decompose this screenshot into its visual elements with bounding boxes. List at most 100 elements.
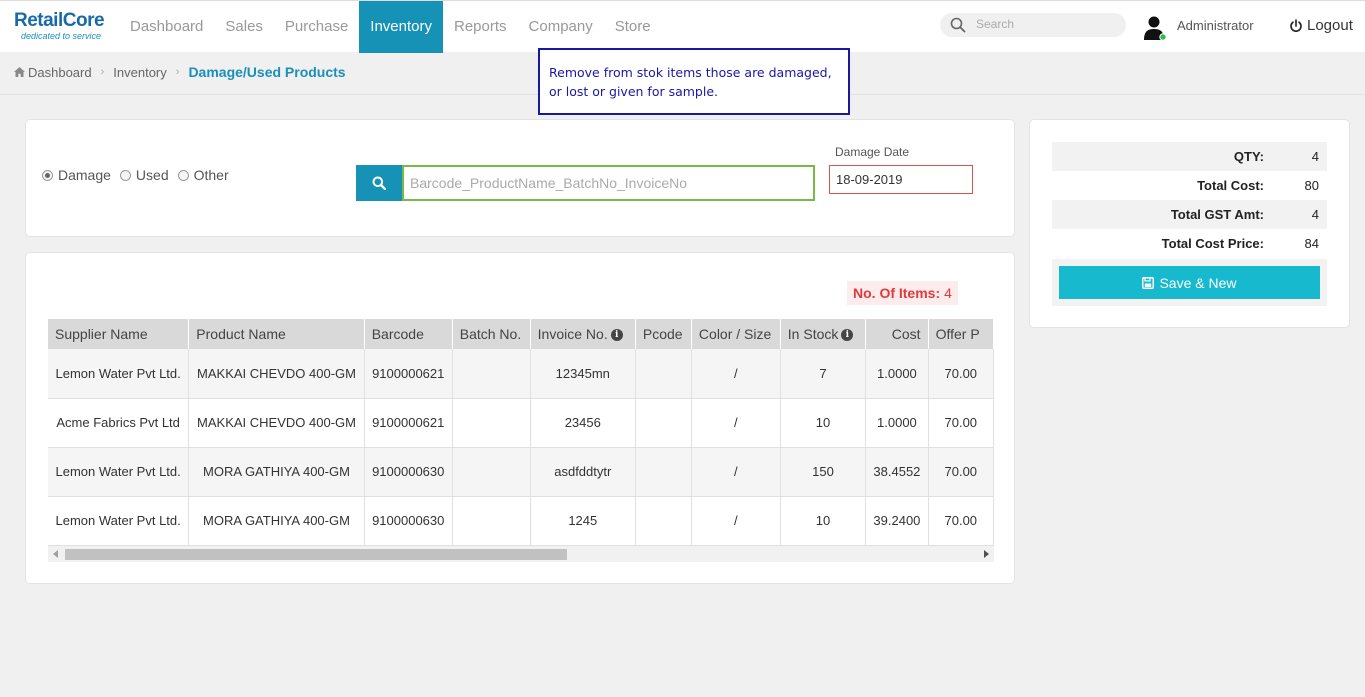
nav-store[interactable]: Store [604,1,662,53]
info-icon[interactable]: i [841,329,854,342]
main-nav: Dashboard Sales Purchase Inventory Repor… [119,1,662,53]
cell-barcode: 9100000630 [364,496,453,546]
table-row[interactable]: Lemon Water Pvt Ltd. MORA GATHIYA 400-GM… [48,447,994,497]
col-in-stock[interactable]: In Stock i [780,319,867,349]
summary-total-cost-label: Total Cost: [1197,178,1264,193]
breadcrumb-separator: › [175,66,180,78]
table-row[interactable]: Acme Fabrics Pvt Ltd MAKKAI CHEVDO 400-G… [48,398,994,448]
cell-in-stock: 10 [780,496,867,546]
summary-total-cost: Total Cost: 80 [1052,171,1327,200]
radio-damage-label: Damage [58,167,111,183]
damage-date-label: Damage Date [835,145,910,159]
nav-sales[interactable]: Sales [214,1,274,53]
cell-cost: 39.2400 [865,496,929,546]
filter-panel: Damage Used Other Barcode_ProductName_Ba… [25,119,1015,237]
items-count-badge: No. Of Items: 4 [847,281,958,305]
cell-color-size: / [691,496,781,546]
radio-damage-dot[interactable] [42,169,53,181]
nav-inventory[interactable]: Inventory [359,1,443,53]
scroll-right-arrow-icon[interactable] [984,550,989,558]
table-horizontal-scrollbar[interactable] [48,546,994,562]
col-batch-no[interactable]: Batch No. [452,319,531,349]
col-supplier-name[interactable]: Supplier Name [48,319,190,349]
radio-used[interactable]: Used [119,167,169,183]
radio-used-dot[interactable] [119,169,131,181]
user-avatar-icon[interactable] [1142,15,1168,41]
products-table-container: Supplier Name Product Name Barcode Batch… [48,319,994,548]
summary-total-cost-value: 80 [1304,178,1319,193]
radio-other-dot[interactable] [177,169,189,181]
damage-date-input[interactable]: 18-09-2019 [829,165,973,194]
col-invoice-no-label: Invoice No. [537,326,608,342]
summary-gst-value: 4 [1311,207,1319,222]
cell-supplier: Acme Fabrics Pvt Ltd [48,398,190,448]
col-barcode[interactable]: Barcode [364,319,453,349]
damage-type-radio-group: Damage Used Other [42,167,238,183]
nav-company[interactable]: Company [518,1,604,53]
table-row[interactable]: Lemon Water Pvt Ltd. MAKKAI CHEVDO 400-G… [48,349,994,399]
logout-label: Logout [1307,17,1353,34]
cell-batch [452,496,531,546]
cell-supplier: Lemon Water Pvt Ltd. [48,496,190,546]
products-table: Supplier Name Product Name Barcode Batch… [48,319,994,546]
col-invoice-no[interactable]: Invoice No. i [530,319,636,349]
cell-cost: 1.0000 [865,398,929,448]
product-search-button[interactable] [356,165,403,201]
table-header-row: Supplier Name Product Name Barcode Batch… [48,319,994,349]
items-count-label: No. Of Items: [853,285,941,301]
radio-other-label: Other [193,167,229,183]
cell-barcode: 9100000621 [364,349,453,399]
info-icon[interactable]: i [610,329,623,342]
cell-in-stock: 7 [780,349,867,399]
cell-product: MAKKAI CHEVDO 400-GM [188,349,365,399]
summary-cost-price: Total Cost Price: 84 [1052,229,1327,258]
summary-qty-value: 4 [1311,149,1319,164]
col-offer-price[interactable]: Offer P [928,319,994,349]
cell-cost: 1.0000 [865,349,929,399]
summary-qty: QTY: 4 [1052,142,1327,171]
nav-reports[interactable]: Reports [443,1,518,53]
col-product-name[interactable]: Product Name [188,319,365,349]
cell-barcode: 9100000630 [364,447,453,497]
col-in-stock-label: In Stock [787,326,839,342]
barcode-search-input[interactable]: Barcode_ProductName_BatchNo_InvoiceNo [402,165,815,201]
search-icon [950,17,966,33]
table-row[interactable]: Lemon Water Pvt Ltd. MORA GATHIYA 400-GM… [48,496,994,546]
col-pcode[interactable]: Pcode [635,319,692,349]
top-navbar: RetailCore dedicated to service Dashboar… [0,0,1365,53]
help-note: Remove from stok items those are damaged… [538,48,850,115]
user-name[interactable]: Administrator [1177,18,1254,33]
col-color-size[interactable]: Color / Size [691,319,781,349]
breadcrumb-inventory[interactable]: Inventory [113,65,166,80]
summary-gst: Total GST Amt: 4 [1052,200,1327,229]
save-button-container: Save & New [1052,259,1327,306]
col-cost[interactable]: Cost [865,319,929,349]
save-and-new-label: Save & New [1159,274,1237,291]
cell-invoice: 12345mn [530,349,636,399]
help-note-line1: Remove from stok items those are damaged… [549,65,832,80]
scroll-left-arrow-icon[interactable] [53,550,58,558]
items-count-value: 4 [944,285,952,301]
summary-cost-price-label: Total Cost Price: [1161,236,1264,251]
save-and-new-button[interactable]: Save & New [1059,266,1320,299]
radio-other[interactable]: Other [177,167,229,183]
breadcrumb-separator: › [100,66,105,78]
logout-button[interactable]: Logout [1289,17,1353,34]
nav-purchase[interactable]: Purchase [274,1,359,53]
brand-logo[interactable]: RetailCore dedicated to service [14,11,105,42]
global-search-input[interactable]: Search [940,13,1126,37]
cell-supplier: Lemon Water Pvt Ltd. [48,447,190,497]
scrollbar-thumb[interactable] [65,549,567,560]
cell-in-stock: 150 [780,447,867,497]
summary-cost-price-value: 84 [1304,236,1319,251]
cell-offer-price: 70.00 [928,496,994,546]
summary-panel: QTY: 4 Total Cost: 80 Total GST Amt: 4 T… [1029,119,1350,328]
cell-color-size: / [691,349,781,399]
cell-pcode [635,447,692,497]
cell-cost: 38.4552 [865,447,929,497]
nav-dashboard[interactable]: Dashboard [119,1,214,53]
cell-pcode [635,349,692,399]
radio-damage[interactable]: Damage [42,167,111,183]
summary-qty-label: QTY: [1233,149,1264,164]
breadcrumb-dashboard[interactable]: Dashboard [28,65,92,80]
